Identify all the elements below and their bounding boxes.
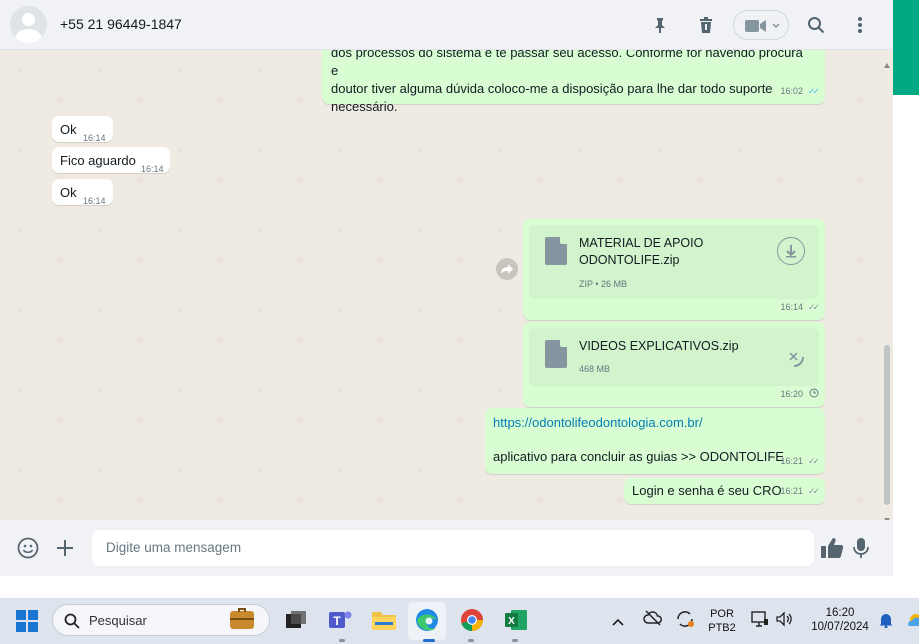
- download-icon: [786, 245, 796, 258]
- file-icon: [545, 237, 567, 265]
- cancel-upload-button[interactable]: [781, 344, 807, 370]
- clock[interactable]: 16:20 10/07/2024: [800, 606, 880, 634]
- chat-area[interactable]: dos processos do sistema e te passar seu…: [0, 50, 893, 520]
- chat-scrollbar[interactable]: [884, 345, 890, 505]
- message-incoming[interactable]: Ok 16:14: [52, 179, 113, 206]
- message-input[interactable]: Digite uma mensagem: [92, 530, 814, 566]
- message-time: 16:21: [780, 456, 803, 466]
- menu-icon[interactable]: [848, 13, 872, 37]
- emoji-icon[interactable]: [17, 537, 39, 564]
- file-meta: 468 MB: [579, 364, 611, 374]
- language-indicator[interactable]: POR PTB2: [705, 607, 739, 635]
- message-time: 16:14: [83, 133, 106, 143]
- briefcase-icon: [230, 608, 254, 629]
- message-link[interactable]: https://odontolifeodontologia.com.br/: [493, 414, 703, 432]
- like-icon[interactable]: [820, 537, 844, 564]
- monitor-icon[interactable]: [751, 610, 769, 633]
- sync-icon[interactable]: [675, 610, 695, 633]
- excel-icon[interactable]: X: [502, 606, 530, 634]
- message-time: 16:02: [780, 86, 803, 96]
- message-text: Login e senha é seu CRO: [632, 483, 782, 498]
- clock-icon: [809, 385, 819, 403]
- scroll-down-arrow[interactable]: [884, 510, 890, 523]
- message-time: 16:21: [780, 486, 803, 496]
- volume-icon[interactable]: [775, 610, 793, 633]
- message-text: Fico aguardo: [60, 153, 136, 168]
- chevron-up-icon[interactable]: [612, 613, 624, 631]
- delivered-receipt-icon: ✓✓: [807, 456, 820, 466]
- edge-icon[interactable]: [413, 606, 441, 634]
- whatsapp-window: +55 21 96449-1847 dos processos do siste…: [0, 0, 919, 644]
- message-text: Ok: [60, 185, 77, 200]
- search-icon: [64, 613, 80, 629]
- search-icon[interactable]: [804, 13, 828, 37]
- svg-text:T: T: [333, 614, 341, 628]
- message-incoming[interactable]: Fico aguardo 16:14: [52, 147, 170, 174]
- scroll-up-arrow[interactable]: [884, 55, 890, 68]
- taskbar-search[interactable]: Pesquisar: [52, 604, 270, 636]
- message-outgoing[interactable]: dos processos do sistema e te passar seu…: [322, 50, 825, 114]
- forward-icon: [501, 264, 513, 274]
- message-file[interactable]: MATERIAL DE APOIO ODONTOLIFE.zip ZIP • 2…: [523, 219, 825, 320]
- svg-text:X: X: [508, 616, 515, 627]
- forward-button[interactable]: [496, 258, 518, 280]
- message-outgoing[interactable]: Login e senha é seu CRO 16:21 ✓✓: [624, 478, 825, 504]
- file-meta: ZIP • 26 MB: [579, 279, 628, 289]
- file-icon: [545, 340, 567, 368]
- pin-icon[interactable]: [648, 13, 672, 37]
- file-attachment[interactable]: MATERIAL DE APOIO ODONTOLIFE.zip ZIP • 2…: [529, 225, 819, 299]
- message-text: dos processos do sistema e te passar seu…: [331, 50, 803, 114]
- file-name: MATERIAL DE APOIO ODONTOLIFE.zip: [579, 236, 704, 267]
- read-receipt-icon: ✓✓: [807, 86, 820, 96]
- message-incoming[interactable]: Ok 16:14: [52, 116, 113, 143]
- side-strip: [893, 95, 919, 595]
- taskbar-search-label: Pesquisar: [89, 613, 147, 628]
- file-name: VIDEOS EXPLICATIVOS.zip: [579, 339, 739, 353]
- file-explorer-icon[interactable]: [370, 606, 398, 634]
- message-time: 16:14: [83, 196, 106, 206]
- composer-bar: Digite uma mensagem: [0, 520, 893, 576]
- message-time: 16:14: [141, 164, 164, 174]
- windows-taskbar: Pesquisar T X POR PTB2 16:20 10/07/2024: [0, 598, 919, 644]
- bell-icon[interactable]: [879, 612, 893, 633]
- chat-header: +55 21 96449-1847: [0, 0, 893, 50]
- message-text: Ok: [60, 122, 77, 137]
- video-call-button[interactable]: [733, 10, 789, 40]
- cancel-icon: [789, 352, 804, 367]
- trash-icon[interactable]: [694, 13, 718, 37]
- message-input-placeholder: Digite uma mensagem: [106, 540, 242, 555]
- window-bottom-margin: [0, 576, 919, 598]
- chrome-icon[interactable]: [458, 606, 486, 634]
- windows-start-icon[interactable]: [16, 610, 38, 637]
- message-time: 16:20: [780, 389, 803, 399]
- teams-icon[interactable]: T: [326, 606, 354, 634]
- download-button[interactable]: [777, 237, 805, 265]
- chevron-down-icon: [772, 23, 780, 29]
- video-icon: [745, 20, 766, 32]
- plus-icon[interactable]: [56, 539, 74, 562]
- mic-icon[interactable]: [853, 537, 869, 564]
- avatar[interactable]: [10, 6, 47, 43]
- cloud-offline-icon[interactable]: [643, 610, 663, 631]
- file-attachment[interactable]: VIDEOS EXPLICATIVOS.zip 468 MB: [529, 328, 819, 386]
- task-view-icon[interactable]: [282, 606, 310, 634]
- message-outgoing[interactable]: https://odontolifeodontologia.com.br/ ap…: [485, 408, 825, 474]
- delivered-receipt-icon: ✓✓: [807, 302, 820, 312]
- contact-name[interactable]: +55 21 96449-1847: [60, 16, 182, 32]
- delivered-receipt-icon: ✓✓: [807, 486, 820, 496]
- message-time: 16:14: [780, 302, 803, 312]
- weather-icon[interactable]: [905, 609, 919, 633]
- side-accent-bar: [893, 0, 919, 95]
- message-file[interactable]: VIDEOS EXPLICATIVOS.zip 468 MB 16:20: [523, 322, 825, 407]
- message-text: aplicativo para concluir as guias >> ODO…: [493, 449, 784, 464]
